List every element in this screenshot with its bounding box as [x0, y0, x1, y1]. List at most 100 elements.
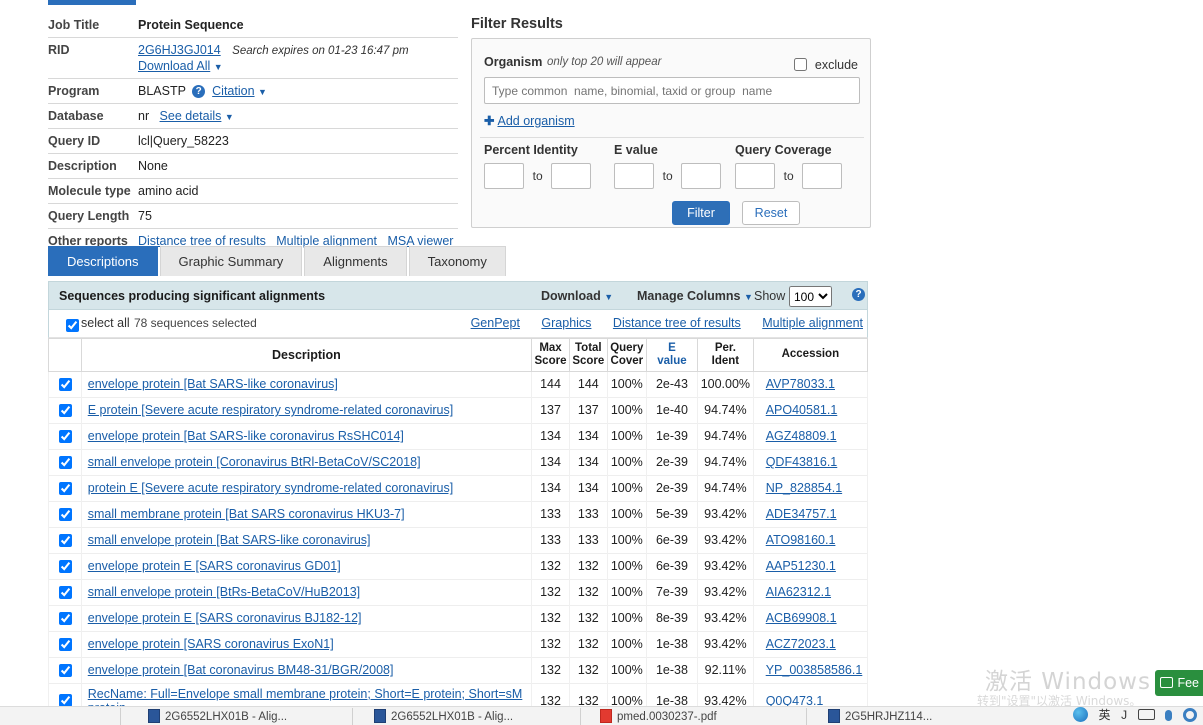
- add-organism-link[interactable]: Add organism: [497, 114, 574, 128]
- header-description[interactable]: Description: [80, 338, 533, 372]
- row-total-score: 137: [568, 397, 608, 424]
- row-select-checkbox[interactable]: [58, 611, 72, 625]
- row-select-checkbox[interactable]: [58, 585, 72, 599]
- select-all-checkbox[interactable]: [66, 319, 79, 332]
- header-max-score[interactable]: Max Score: [531, 338, 570, 372]
- row-e-value: 8e-39: [645, 605, 699, 632]
- row-description-link[interactable]: envelope protein E [SARS coronavirus BJ1…: [88, 611, 362, 625]
- row-select-checkbox[interactable]: [58, 533, 72, 547]
- rid-label: RID: [48, 43, 70, 57]
- row-select-checkbox[interactable]: [58, 429, 72, 443]
- query-coverage-from-input[interactable]: [735, 163, 775, 189]
- row-accession-link[interactable]: QDF43816.1: [766, 455, 838, 469]
- row-accession-link[interactable]: YP_003858586.1: [766, 663, 863, 677]
- tab-taxonomy[interactable]: Taxonomy: [408, 246, 506, 276]
- row-description-link[interactable]: small envelope protein [Bat SARS-like co…: [88, 533, 371, 547]
- download-all-link[interactable]: Download All: [138, 59, 210, 73]
- header-accession[interactable]: Accession: [752, 338, 869, 372]
- row-select-checkbox[interactable]: [58, 455, 72, 469]
- table-row: envelope protein [Bat SARS-like coronavi…: [48, 371, 869, 398]
- row-select-checkbox[interactable]: [58, 377, 72, 391]
- row-description-link[interactable]: envelope protein E [SARS coronavirus GD0…: [88, 559, 341, 573]
- reset-button[interactable]: Reset: [742, 201, 800, 225]
- feedback-button[interactable]: Fee: [1155, 670, 1203, 696]
- tab-alignments[interactable]: Alignments: [304, 246, 407, 276]
- manage-columns-button[interactable]: Manage Columns ▼: [637, 289, 753, 303]
- row-select-checkbox[interactable]: [58, 637, 72, 651]
- distance-tree-results-link[interactable]: Distance tree of results: [613, 316, 741, 330]
- taskbar-item-3[interactable]: 2G5HRJHZ114...: [828, 709, 932, 723]
- percent-identity-from-input[interactable]: [484, 163, 524, 189]
- evalue-from-input[interactable]: [614, 163, 654, 189]
- ime-mode-indicator[interactable]: J: [1121, 708, 1127, 722]
- row-select-checkbox[interactable]: [58, 507, 72, 521]
- evalue-to-input[interactable]: [681, 163, 722, 189]
- header-query-cover[interactable]: Query Cover: [606, 338, 647, 372]
- row-accession-link[interactable]: AVP78033.1: [766, 377, 835, 391]
- multiple-alignment-link[interactable]: Multiple alignment: [762, 316, 863, 330]
- row-per-ident: 93.42%: [697, 527, 754, 554]
- exclude-checkbox-wrap[interactable]: exclude: [790, 55, 858, 74]
- tab-graphic-summary[interactable]: Graphic Summary: [159, 246, 303, 276]
- row-description-link[interactable]: small envelope protein [BtRs-BetaCoV/HuB…: [88, 585, 360, 599]
- row-accession-link[interactable]: AGZ48809.1: [766, 429, 837, 443]
- header-total-score[interactable]: Total Score: [568, 338, 608, 372]
- see-details-link[interactable]: See details: [160, 109, 222, 123]
- add-organism-row[interactable]: ✚ Add organism: [484, 113, 575, 128]
- query-coverage-to-input[interactable]: [802, 163, 843, 189]
- genpept-link[interactable]: GenPept: [471, 316, 520, 330]
- table-row: envelope protein [Bat coronavirus BM48-3…: [48, 657, 869, 684]
- row-description-link[interactable]: envelope protein [SARS coronavirus ExoN1…: [88, 637, 334, 651]
- row-select-checkbox[interactable]: [58, 481, 72, 495]
- row-description-link[interactable]: protein E [Severe acute respiratory synd…: [88, 481, 453, 495]
- help-icon[interactable]: ?: [852, 288, 865, 301]
- plus-icon: ✚: [484, 114, 495, 128]
- show-count-select[interactable]: 100: [789, 286, 832, 307]
- row-total-score: 132: [568, 631, 608, 658]
- microphone-icon[interactable]: [1165, 708, 1173, 722]
- row-description-link[interactable]: envelope protein [Bat SARS-like coronavi…: [88, 377, 338, 391]
- row-description-link[interactable]: E protein [Severe acute respiratory synd…: [88, 403, 453, 417]
- header-per-ident[interactable]: Per. Ident: [697, 338, 754, 372]
- filter-button[interactable]: Filter: [672, 201, 730, 225]
- molecule-type-label: Molecule type: [48, 184, 131, 199]
- row-description-link[interactable]: envelope protein [Bat SARS-like coronavi…: [88, 429, 404, 443]
- ime-language-indicator[interactable]: 英: [1098, 706, 1110, 723]
- row-accession-link[interactable]: ADE34757.1: [766, 507, 837, 521]
- exclude-checkbox[interactable]: [794, 58, 808, 71]
- keyboard-icon[interactable]: [1137, 708, 1155, 722]
- taskbar-item-0[interactable]: 2G6552LHX01B - Alig...: [148, 709, 287, 723]
- row-accession-link[interactable]: NP_828854.1: [766, 481, 842, 495]
- taskbar-item-2[interactable]: pmed.0030237-.pdf: [600, 709, 717, 723]
- row-accession-cell: ATO98160.1: [752, 527, 869, 554]
- row-accession-link[interactable]: ACZ72023.1: [766, 637, 836, 651]
- tab-descriptions[interactable]: Descriptions: [48, 246, 158, 276]
- row-accession-link[interactable]: APO40581.1: [766, 403, 838, 417]
- help-icon[interactable]: ?: [192, 85, 206, 99]
- results-table-head: Description Max Score Total Score Query …: [48, 338, 869, 372]
- row-select-checkbox[interactable]: [58, 559, 72, 573]
- graphics-link[interactable]: Graphics: [541, 316, 591, 330]
- row-description-link[interactable]: small membrane protein [Bat SARS coronav…: [88, 507, 405, 521]
- row-accession-link[interactable]: ATO98160.1: [766, 533, 836, 547]
- header-e-value[interactable]: E value: [645, 338, 699, 372]
- row-accession-link[interactable]: ACB69908.1: [766, 611, 837, 625]
- row-description-link[interactable]: envelope protein [Bat coronavirus BM48-3…: [88, 663, 394, 677]
- row-select-checkbox[interactable]: [58, 663, 72, 677]
- network-globe-icon[interactable]: [1072, 707, 1088, 723]
- organism-input[interactable]: [484, 77, 860, 104]
- citation-link[interactable]: Citation: [212, 84, 254, 98]
- settings-gear-icon[interactable]: [1183, 707, 1197, 722]
- row-accession-link[interactable]: AIA62312.1: [766, 585, 831, 599]
- row-accession-link[interactable]: AAP51230.1: [766, 559, 836, 573]
- taskbar-item-1[interactable]: 2G6552LHX01B - Alig...: [374, 709, 513, 723]
- row-description-link[interactable]: small envelope protein [Coronavirus BtRl…: [88, 455, 421, 469]
- taskbar-divider: [120, 708, 121, 725]
- percent-identity-to-input[interactable]: [551, 163, 592, 189]
- rid-link[interactable]: 2G6HJ3GJ014: [138, 43, 221, 57]
- row-per-ident: 92.11%: [697, 657, 754, 684]
- job-info-row-molecule-type: Molecule type amino acid: [48, 179, 458, 205]
- download-menu-button[interactable]: Download ▼: [541, 289, 613, 303]
- row-select-checkbox[interactable]: [58, 403, 72, 417]
- table-row: small envelope protein [Bat SARS-like co…: [48, 527, 869, 554]
